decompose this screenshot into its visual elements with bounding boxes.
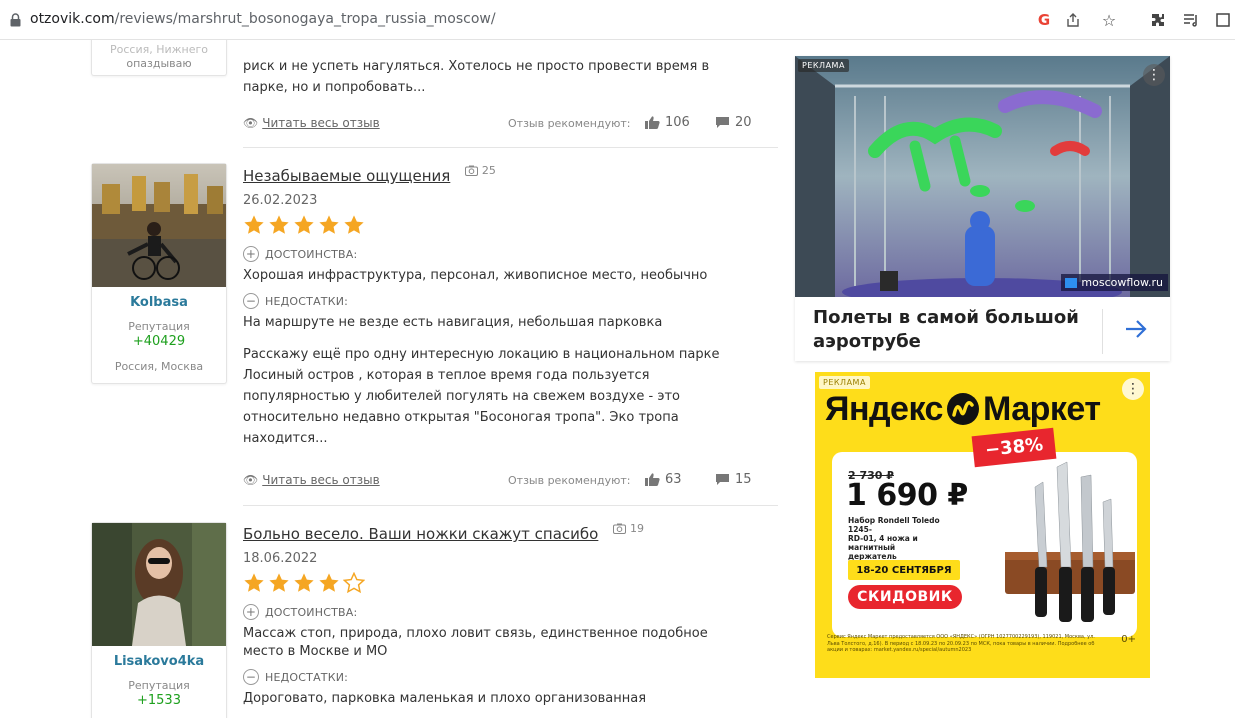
ad-banner-yandex-market[interactable]: РЕКЛАМА ⋮ Яндекс Маркет −38% 2 730 ₽ 1 69… <box>815 372 1150 678</box>
ad-image-wind-tunnel[interactable] <box>795 56 1170 297</box>
review-title-link[interactable]: Незабываемые ощущения <box>243 167 450 185</box>
recommend-label: Отзыв рекомендуют: <box>508 117 631 130</box>
user-status-text: опаздываю <box>126 57 192 70</box>
star-filled-icon <box>244 215 264 234</box>
star-filled-icon <box>269 573 289 592</box>
read-full-review-link[interactable]: 👁 Читать весь отзыв <box>243 116 380 130</box>
review-date: 26.02.2023 <box>243 193 318 208</box>
thumbs-up-icon <box>645 116 660 129</box>
plus-circle-icon: + <box>243 604 259 620</box>
share-icon[interactable] <box>1062 9 1084 31</box>
pros-text: Массаж стоп, природа, плохо ловит связь,… <box>243 626 708 659</box>
reputation-value: +40429 <box>132 334 186 349</box>
user-card[interactable]: Lisakovo4ka Репутация +1533 <box>91 522 227 718</box>
read-full-review-link[interactable]: 👁 Читать весь отзыв <box>243 473 380 487</box>
age-rating: 0+ <box>1121 634 1136 645</box>
side-panel-icon[interactable] <box>1212 9 1234 31</box>
review-footer: 👁 Читать весь отзыв Отзыв рекомендуют: 10… <box>243 115 778 136</box>
photo-count[interactable]: 19 <box>613 522 644 535</box>
star-filled-icon <box>294 573 314 592</box>
more-options-icon[interactable]: ⋮ <box>1122 378 1144 400</box>
cons-text: На маршруте не везде есть навигация, неб… <box>243 315 663 330</box>
minus-circle-icon: − <box>243 669 259 685</box>
review-divider <box>243 147 778 148</box>
bookmark-star-icon[interactable]: ☆ <box>1098 9 1120 31</box>
star-filled-icon <box>244 573 264 592</box>
likes-count[interactable]: 63 <box>645 472 682 487</box>
knife-set-image <box>1005 461 1135 622</box>
review-divider <box>243 505 778 506</box>
user-location: Россия, Москва <box>114 360 204 373</box>
pros-header: + ДОСТОИНСТВА: <box>243 246 778 262</box>
extensions-icon[interactable] <box>1147 9 1169 31</box>
star-filled-icon <box>319 573 339 592</box>
google-icon[interactable]: G <box>1033 9 1055 31</box>
reputation-value: +1533 <box>137 693 181 708</box>
star-empty-icon <box>343 572 365 594</box>
reviews-column: Россия, Нижнего опаздываю риск и не успе… <box>0 40 790 718</box>
review-excerpt: риск и не успеть нагуляться. Хотелось не… <box>243 59 710 95</box>
review-footer: 👁 Читать весь отзыв Отзыв рекомендуют: 63… <box>243 472 778 493</box>
review-body: Расскажу ещё про одну интересную локацию… <box>243 347 720 446</box>
ad-domain-label[interactable]: moscowflow.ru <box>1061 274 1168 291</box>
cons-header: − НЕДОСТАТКИ: <box>243 293 778 309</box>
product-description: Набор Rondell Toledo 1245- RD-01, 4 ножа… <box>848 516 940 561</box>
comment-icon <box>716 474 729 485</box>
review-date: 18.06.2022 <box>243 551 318 566</box>
ad-badge: РЕКЛАМА <box>798 59 849 72</box>
rating-stars <box>243 214 778 238</box>
reputation-label: Репутация <box>128 679 190 692</box>
recommend-label: Отзыв рекомендуют: <box>508 474 631 487</box>
user-avatar-photo[interactable] <box>92 164 226 287</box>
pros-text: Хорошая инфраструктура, персонал, живопи… <box>243 268 708 283</box>
star-filled-icon <box>319 215 339 234</box>
wave-icon <box>1065 278 1078 288</box>
user-name[interactable]: Lisakovo4ka <box>92 654 226 669</box>
user-card: Россия, Нижнего опаздываю <box>91 40 227 76</box>
comment-icon <box>716 117 729 128</box>
yandex-market-logo: Яндекс Маркет <box>825 390 1101 428</box>
plus-circle-icon: + <box>243 246 259 262</box>
user-location-partial: Россия, Нижнего <box>109 43 209 56</box>
market-logo-icon <box>946 393 979 425</box>
sale-dates: 18-20 СЕНТЯБРЯ <box>848 560 960 580</box>
new-price: 1 690 ₽ <box>846 478 968 513</box>
review-title-link[interactable]: Больно весело. Ваши ножки скажут спасибо <box>243 525 598 543</box>
user-avatar-photo[interactable] <box>92 523 226 646</box>
ad-title[interactable]: Полеты в самой большой аэротрубе <box>813 306 1093 354</box>
review-item: Больно весело. Ваши ножки скажут спасибо… <box>243 522 778 708</box>
comments-count[interactable]: 15 <box>715 472 752 487</box>
likes-count[interactable]: 106 <box>645 115 690 130</box>
camera-icon <box>613 523 627 534</box>
ad-badge: РЕКЛАМА <box>819 376 870 389</box>
legal-disclaimer: Сервис Яндекс Маркет предоставляется ООО… <box>827 634 1095 653</box>
lock-icon[interactable] <box>10 13 21 27</box>
url-field[interactable]: otzovik.com/reviews/marshrut_bosonogaya_… <box>30 11 496 27</box>
eye-icon: 👁 <box>243 473 259 487</box>
minus-circle-icon: − <box>243 293 259 309</box>
star-filled-icon <box>294 215 314 234</box>
more-options-icon[interactable]: ⋮ <box>1143 64 1165 86</box>
user-name[interactable]: Kolbasa <box>92 295 226 310</box>
thumbs-up-icon <box>645 473 660 486</box>
ad-divider <box>1102 309 1103 354</box>
arrow-right-icon[interactable] <box>1123 316 1149 342</box>
review-item: Незабываемые ощущения 25 26.02.2023 + ДО… <box>243 164 778 449</box>
pros-header: + ДОСТОИНСТВА: <box>243 604 778 620</box>
eye-icon: 👁 <box>243 116 259 130</box>
ad-banner-wind-tunnel[interactable]: РЕКЛАМА ⋮ moscowflow.ru Полеты в самой б… <box>795 56 1170 361</box>
cons-header: − НЕДОСТАТКИ: <box>243 669 778 685</box>
comments-count[interactable]: 20 <box>715 115 752 130</box>
user-card[interactable]: Kolbasa Репутация +40429 Россия, Москва <box>91 163 227 384</box>
rating-stars <box>243 572 778 596</box>
reading-list-icon[interactable] <box>1180 9 1202 31</box>
cons-text: Дороговато, парковка маленькая и плохо о… <box>243 691 647 706</box>
reputation-label: Репутация <box>128 320 190 333</box>
star-filled-icon <box>269 215 289 234</box>
promo-badge[interactable]: СКИДОВИК <box>848 585 962 609</box>
star-filled-icon <box>344 215 364 234</box>
browser-address-bar: otzovik.com/reviews/marshrut_bosonogaya_… <box>0 0 1235 40</box>
photo-count[interactable]: 25 <box>465 164 496 177</box>
camera-icon <box>465 165 479 176</box>
